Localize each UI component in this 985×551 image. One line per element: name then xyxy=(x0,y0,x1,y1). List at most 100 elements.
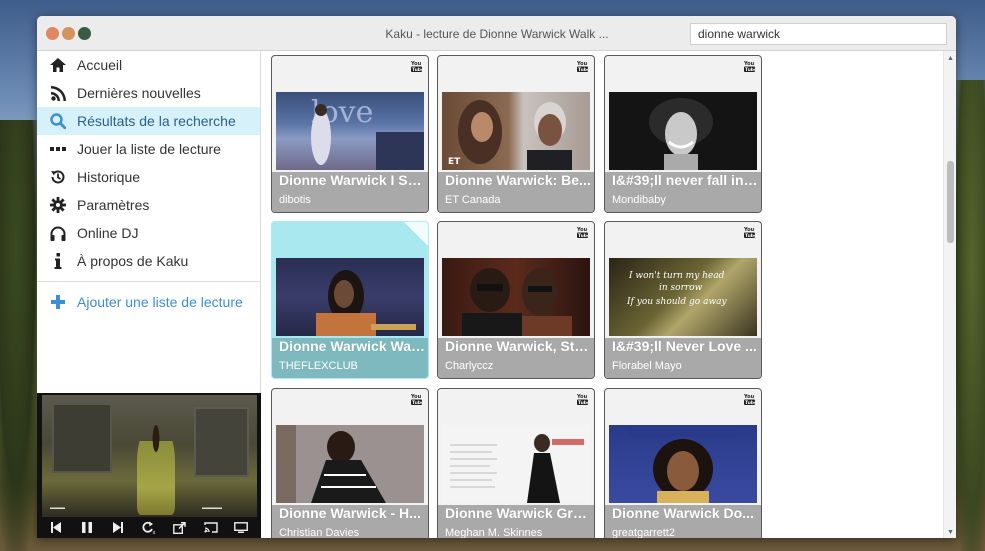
rss-icon xyxy=(49,84,67,102)
result-card[interactable]: YouTube ET Dionne Warwick: Be... ET Cana… xyxy=(437,55,595,213)
maximize-window-button[interactable] xyxy=(78,27,91,40)
youtube-icon: YouTube xyxy=(744,227,755,238)
video-thumbnail xyxy=(276,425,424,503)
sidebar-item-parametres[interactable]: Paramètres xyxy=(37,191,260,219)
selected-fold xyxy=(404,222,428,246)
result-title: Dionne Warwick - H... xyxy=(279,505,421,521)
sidebar-item-historique[interactable]: Historique xyxy=(37,163,260,191)
card-info: I&#39;ll never fall in l... Mondibaby xyxy=(605,172,761,212)
search-input[interactable] xyxy=(690,23,947,45)
sidebar-item-a-propos[interactable]: À propos de Kaku xyxy=(37,247,260,275)
youtube-icon: YouTube xyxy=(411,61,422,72)
title-bar: Kaku - lecture de Dionne Warwick Walk ..… xyxy=(37,16,956,51)
result-card[interactable]: YouTube I won't turn my head in sorrow If … xyxy=(604,221,762,379)
svg-text:Tube: Tube xyxy=(578,67,588,72)
svg-text:You: You xyxy=(411,61,422,67)
svg-text:Tube: Tube xyxy=(745,233,755,238)
svg-text:If you should go away: If you should go away xyxy=(626,297,728,307)
result-title: Dionne Warwick: Be... xyxy=(445,172,591,188)
card-info: Dionne Warwick: Be... ET Canada xyxy=(438,172,594,212)
svg-text:ET: ET xyxy=(448,157,461,167)
result-card[interactable]: YouTube Dionne Warwick - H... Christian … xyxy=(271,388,429,538)
video-scene-singer xyxy=(137,425,175,515)
result-card[interactable]: YouTube Dionne Warwick Gre... Meghan M. … xyxy=(437,388,595,538)
sidebar-item-online-dj[interactable]: Online DJ xyxy=(37,219,260,247)
svg-text:You: You xyxy=(411,394,422,400)
minimize-window-button[interactable] xyxy=(62,27,75,40)
video-watermark: ▬▬▬ xyxy=(50,505,65,511)
close-window-button[interactable] xyxy=(46,27,59,40)
result-title: Dionne Warwick, Ste... xyxy=(445,338,591,354)
sidebar-item-label: Résultats de la recherche xyxy=(77,113,236,129)
video-thumbnail xyxy=(609,425,757,503)
sidebar-item-accueil[interactable]: Accueil xyxy=(37,51,260,79)
video-thumbnail xyxy=(442,425,590,503)
result-title: Dionne Warwick Wal... xyxy=(279,338,425,354)
add-playlist-button[interactable]: Ajouter une liste de lecture xyxy=(37,288,260,316)
sidebar-item-resultats[interactable]: Résultats de la recherche xyxy=(37,107,260,135)
youtube-icon: YouTube xyxy=(411,394,422,405)
svg-text:in sorrow: in sorrow xyxy=(659,283,703,293)
result-card[interactable]: YouTube love Dionne Warwick I Sa... dibo… xyxy=(271,55,429,213)
repeat-icon[interactable]: x xyxy=(139,520,159,536)
result-channel: Christian Davies xyxy=(279,527,360,538)
result-channel: greatgarrett2 xyxy=(612,527,675,538)
svg-text:You: You xyxy=(744,61,755,67)
scrollbar-thumb[interactable] xyxy=(947,161,954,243)
sidebar-item-label: Jouer la liste de lecture xyxy=(77,141,221,157)
pause-icon[interactable] xyxy=(77,520,97,536)
video-thumbnail xyxy=(442,258,590,336)
cast-icon[interactable] xyxy=(201,520,221,536)
card-info: Dionne Warwick, Ste... Charlyccz xyxy=(438,338,594,378)
result-title: I&#39;ll never fall in l... xyxy=(612,172,758,188)
info-icon xyxy=(49,252,67,270)
ellipsis-icon xyxy=(49,140,67,158)
sidebar-divider xyxy=(37,281,260,282)
svg-text:You: You xyxy=(744,227,755,233)
search-icon xyxy=(49,112,67,130)
result-channel: Charlyccz xyxy=(445,360,494,372)
result-card[interactable]: YouTube I&#39;ll never fall in l... Mond… xyxy=(604,55,762,213)
youtube-icon: YouTube xyxy=(577,227,588,238)
svg-text:Tube: Tube xyxy=(578,233,588,238)
sidebar-item-label: Accueil xyxy=(77,57,123,73)
result-channel: ET Canada xyxy=(445,194,501,206)
svg-text:Tube: Tube xyxy=(745,400,755,405)
card-info: I&#39;ll Never Love ... Florabel Mayo xyxy=(605,338,761,378)
svg-text:You: You xyxy=(577,394,588,400)
card-info: Dionne Warwick - H... Christian Davies xyxy=(272,505,428,538)
popout-icon[interactable] xyxy=(170,520,190,536)
sidebar-item-label: Paramètres xyxy=(77,197,150,213)
svg-text:You: You xyxy=(577,227,588,233)
mini-player: ▬▬▬ ▬▬▬▬ x xyxy=(37,393,261,538)
next-icon[interactable] xyxy=(108,520,128,536)
result-card-selected[interactable]: Dionne Warwick Wal... THEFLEXCLUB xyxy=(271,221,429,379)
svg-text:I won't turn my head: I won't turn my head xyxy=(628,271,725,281)
video-thumbnail: love xyxy=(276,92,424,170)
result-card[interactable]: YouTube Dionne Warwick Do... greatgarret… xyxy=(604,388,762,538)
youtube-icon: YouTube xyxy=(577,394,588,405)
scroll-up-icon[interactable]: ▲ xyxy=(947,55,954,62)
result-title: Dionne Warwick Do... xyxy=(612,505,754,521)
video-preview[interactable]: ▬▬▬ ▬▬▬▬ xyxy=(42,395,257,517)
svg-text:Tube: Tube xyxy=(412,400,422,405)
card-info: Dionne Warwick Gre... Meghan M. Skinnes xyxy=(438,505,594,538)
result-channel: THEFLEXCLUB xyxy=(279,360,358,372)
sidebar-item-label: Online DJ xyxy=(77,225,139,241)
result-channel: Meghan M. Skinnes xyxy=(445,527,543,538)
video-watermark: ▬▬▬▬ xyxy=(202,505,222,511)
results-scrollbar[interactable]: ▲ ▼ xyxy=(943,51,956,538)
video-thumbnail xyxy=(276,258,424,336)
tv-icon[interactable] xyxy=(231,520,251,536)
sidebar-item-label: À propos de Kaku xyxy=(77,253,189,269)
result-title: Dionne Warwick Gre... xyxy=(445,505,591,521)
sidebar-item-dernieres-nouvelles[interactable]: Dernières nouvelles xyxy=(37,79,260,107)
app-window: Kaku - lecture de Dionne Warwick Walk ..… xyxy=(37,16,956,538)
svg-text:You: You xyxy=(744,394,755,400)
result-title: I&#39;ll Never Love ... xyxy=(612,338,757,354)
previous-icon[interactable] xyxy=(46,520,66,536)
video-thumbnail: I won't turn my head in sorrow If you shou… xyxy=(609,258,757,336)
scroll-down-icon[interactable]: ▼ xyxy=(947,529,954,536)
result-card[interactable]: YouTube Dionne Warwick, Ste... Charlyccz xyxy=(437,221,595,379)
sidebar-item-jouer-liste[interactable]: Jouer la liste de lecture xyxy=(37,135,260,163)
